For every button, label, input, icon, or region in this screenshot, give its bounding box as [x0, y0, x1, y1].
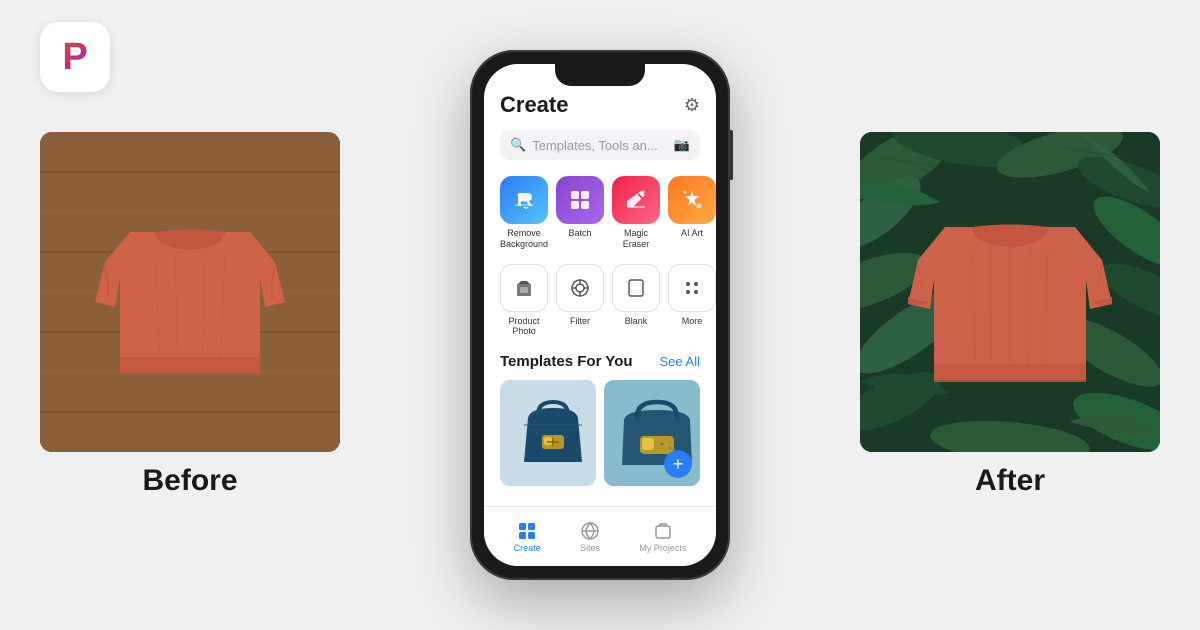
tool-product-photo[interactable]: ProductPhoto — [500, 264, 548, 338]
phone-container: Create ⚙ 🔍 Templates, Tools an... 📷 — [470, 50, 730, 580]
ai-art-icon — [668, 176, 716, 224]
search-placeholder: Templates, Tools an... — [532, 138, 668, 153]
tool-magic-eraser[interactable]: MagicEraser — [612, 176, 660, 250]
before-section: Before — [40, 132, 340, 498]
app-header: Create ⚙ — [500, 92, 700, 118]
filter-label: Filter — [570, 316, 590, 327]
filter-icon — [556, 264, 604, 312]
camera-icon: 📷 — [674, 137, 690, 153]
template-bag-1 — [500, 380, 596, 486]
nav-create-label: Create — [514, 543, 541, 553]
ai-art-label: AI Art — [681, 228, 703, 239]
logo-box: P — [40, 22, 110, 92]
phone-mockup: Create ⚙ 🔍 Templates, Tools an... 📷 — [470, 50, 730, 580]
app-content: Create ⚙ 🔍 Templates, Tools an... 📷 — [484, 64, 716, 566]
before-image — [40, 132, 340, 452]
nav-sites-icon — [580, 521, 600, 541]
remove-bg-icon — [500, 176, 548, 224]
search-icon: 🔍 — [510, 137, 526, 153]
logo-letter: P — [62, 36, 87, 79]
batch-label: Batch — [569, 228, 592, 239]
nav-sites[interactable]: Sites — [580, 521, 600, 553]
logo-area: P — [40, 22, 110, 92]
after-label: After — [975, 464, 1045, 498]
bottom-nav: Create Sites — [484, 506, 716, 566]
tool-batch[interactable]: Batch — [556, 176, 604, 250]
product-photo-icon — [500, 264, 548, 312]
template-cards: + — [500, 380, 700, 486]
product-photo-label: ProductPhoto — [508, 316, 539, 338]
blank-label: Blank — [625, 316, 648, 327]
see-all-button[interactable]: See All — [660, 354, 700, 369]
main-container: P — [0, 0, 1200, 630]
tool-more[interactable]: More — [668, 264, 716, 338]
remove-bg-label: RemoveBackground — [500, 228, 548, 250]
search-bar[interactable]: 🔍 Templates, Tools an... 📷 — [500, 130, 700, 160]
tool-remove-background[interactable]: RemoveBackground — [500, 176, 548, 250]
nav-projects-icon — [653, 521, 673, 541]
templates-title: Templates For You — [500, 353, 633, 370]
magic-eraser-icon — [612, 176, 660, 224]
templates-header: Templates For You See All — [500, 353, 700, 370]
phone-notch — [555, 64, 645, 86]
after-section: After — [860, 132, 1160, 498]
tool-ai-art[interactable]: AI Art — [668, 176, 716, 250]
gear-icon[interactable]: ⚙ — [684, 95, 700, 116]
phone-screen: Create ⚙ 🔍 Templates, Tools an... 📷 — [484, 64, 716, 566]
before-label: Before — [142, 464, 237, 498]
wood-background — [40, 132, 340, 452]
app-title: Create — [500, 92, 568, 118]
blank-icon — [612, 264, 660, 312]
after-image-svg — [860, 132, 1160, 452]
tool-filter[interactable]: Filter — [556, 264, 604, 338]
nav-my-projects[interactable]: My Projects — [639, 521, 686, 553]
template-card-1[interactable] — [500, 380, 596, 486]
more-icon — [668, 264, 716, 312]
magic-eraser-label: MagicEraser — [623, 228, 650, 250]
tool-blank[interactable]: Blank — [612, 264, 660, 338]
nav-sites-label: Sites — [580, 543, 600, 553]
nav-projects-label: My Projects — [639, 543, 686, 553]
tools-row-2: ProductPhoto — [500, 264, 700, 338]
sweater-before-svg — [40, 132, 340, 452]
tools-row-1: RemoveBackground — [500, 176, 700, 250]
add-template-button[interactable]: + — [664, 450, 692, 478]
more-label: More — [682, 316, 703, 327]
batch-icon — [556, 176, 604, 224]
after-image — [860, 132, 1160, 452]
nav-create[interactable]: Create — [514, 521, 541, 553]
template-card-2[interactable]: + — [604, 380, 700, 486]
nav-create-icon — [517, 521, 537, 541]
